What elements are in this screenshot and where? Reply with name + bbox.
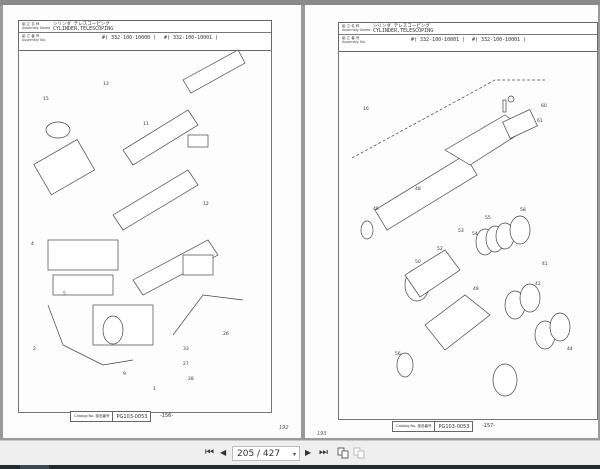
two-page-view-icon[interactable] xyxy=(337,447,349,459)
callout: 50 xyxy=(415,259,421,265)
callout: 58 xyxy=(520,207,526,213)
single-page-view-icon[interactable] xyxy=(353,447,365,459)
callout: 48 xyxy=(415,186,421,192)
callout: 5 xyxy=(63,291,66,297)
callout: 46 xyxy=(373,206,379,212)
callout: 13 xyxy=(103,81,109,87)
pdf-page-left: 組 立 名 称 Assembly Name シリンダ テレスコーピング CYLIN… xyxy=(3,5,301,438)
callout: 9 xyxy=(123,371,126,377)
callout: 15 xyxy=(43,96,49,102)
callout: 1 xyxy=(153,386,156,392)
page-number: -157- xyxy=(482,423,496,429)
callout: 33 xyxy=(183,346,189,352)
callout: 2 xyxy=(33,346,36,352)
catalog-label: Catalog No. 部品番号 xyxy=(396,424,432,428)
callout: 44 xyxy=(567,346,573,352)
callout: 42 xyxy=(535,281,541,287)
callout: 41 xyxy=(542,261,548,267)
handwritten-page-note: 193 xyxy=(317,431,327,437)
callout: 11 xyxy=(143,121,149,127)
catalog-label: Catalog No. 部品番号 xyxy=(74,414,110,418)
callout: 26 xyxy=(223,331,229,337)
callout: 54 xyxy=(472,231,478,237)
callout: 27 xyxy=(183,361,189,367)
page-number-value: 205 / 427 xyxy=(237,449,281,459)
catalog-footer: Catalog No. 部品番号 PG103-0053 xyxy=(70,411,152,422)
pdf-page-right: 組 立 名 称 Assembly Name シリンダ テレスコーピング CYLIN… xyxy=(305,5,598,438)
page-number-input[interactable]: 205 / 427 ▾ xyxy=(232,446,300,461)
callout: 4 xyxy=(31,241,34,247)
exploded-parts-drawing: 15 11 4 12 26 33 27 28 2 9 1 5 13 xyxy=(31,49,246,392)
callout: 60 xyxy=(541,103,547,109)
callout: 55 xyxy=(485,215,491,221)
previous-page-button[interactable]: ◀ xyxy=(220,447,226,459)
catalog-footer: Catalog No. 部品番号 PG103-0053 xyxy=(392,421,474,432)
catalog-number: PG103-0053 xyxy=(112,412,150,421)
handwritten-page-note: 192 xyxy=(279,425,289,431)
chevron-down-icon[interactable]: ▾ xyxy=(293,447,296,462)
first-page-button[interactable]: ⏮ xyxy=(205,447,214,459)
callout: 56 xyxy=(395,351,401,357)
callout: 12 xyxy=(203,201,209,207)
last-page-button[interactable]: ⏭ xyxy=(319,447,328,459)
callout: 52 xyxy=(437,246,443,252)
callout: 16 xyxy=(363,106,369,112)
callout: 28 xyxy=(188,376,194,382)
exploded-parts-drawing: 16 60 61 48 46 53 54 55 52 58 50 41 49 4… xyxy=(351,79,573,397)
page-number: -156- xyxy=(160,413,174,419)
next-page-button[interactable]: ▶ xyxy=(305,447,311,459)
taskbar-strip xyxy=(0,465,600,469)
callout: 53 xyxy=(458,228,464,234)
callout: 61 xyxy=(537,118,543,124)
catalog-number: PG103-0053 xyxy=(434,422,472,431)
callout: 49 xyxy=(473,286,479,292)
pdf-navigation-toolbar: ⏮ ◀ 205 / 427 ▾ ▶ ⏭ xyxy=(0,440,600,466)
taskbar-active-item xyxy=(20,465,49,469)
